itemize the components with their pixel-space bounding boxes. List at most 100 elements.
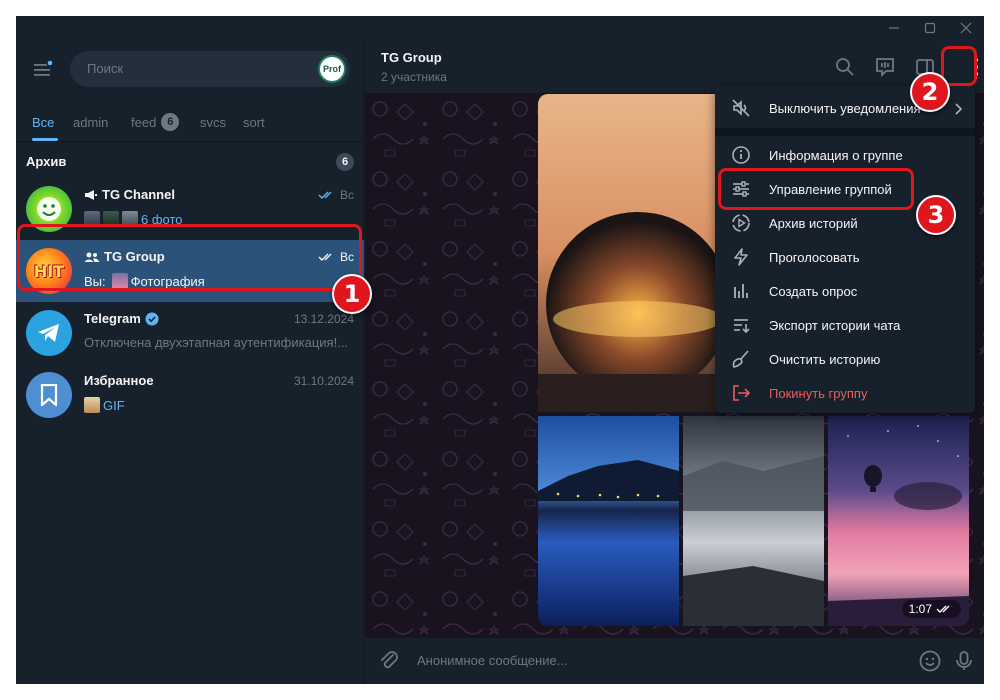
search-icon [836, 58, 854, 76]
attach-button[interactable] [377, 649, 401, 678]
album-photo-misty-lake[interactable] [683, 416, 824, 626]
lightning-icon [734, 248, 748, 266]
info-icon [732, 146, 750, 164]
active-tab-indicator [32, 138, 58, 141]
chat-name-text: Избранное [84, 373, 154, 388]
chat-title[interactable]: TG Group [381, 50, 442, 65]
preview-text: Отключена двухэтапная аутентификация!... [84, 335, 349, 350]
step-3-marker: 3 [916, 195, 956, 235]
telegram-avatar [26, 310, 72, 356]
double-check-icon [936, 605, 950, 613]
tab-label: feed [131, 114, 157, 130]
saved-messages-avatar [26, 372, 72, 418]
leave-icon [733, 385, 751, 401]
tab-label: svcs [200, 114, 226, 130]
tab-label: sort [243, 114, 265, 130]
chat-item-saved[interactable]: Избранное 31.10.2024 GIF [16, 364, 364, 426]
album-video-balloons[interactable]: 1:07 [828, 416, 969, 626]
megaphone-icon [85, 189, 97, 200]
menu-item-export-history[interactable]: Экспорт истории чата [715, 308, 975, 342]
close-icon [960, 22, 972, 34]
menu-item-leave-group[interactable]: Покинуть группу [715, 376, 975, 410]
poll-icon [734, 284, 748, 298]
chat-preview: GIF [84, 397, 354, 413]
profile-avatar[interactable]: Prof [318, 55, 346, 83]
folder-tabs: Все admin feed 6 svcs sort [16, 102, 364, 142]
voice-record-button[interactable] [952, 649, 976, 678]
chat-name: Telegram [84, 311, 159, 326]
video-duration-badge: 1:07 [901, 600, 961, 618]
chat-name-text: TG Channel [102, 187, 175, 202]
archive-row[interactable]: Архив 6 [16, 148, 364, 176]
main-menu-button[interactable] [30, 58, 54, 82]
mute-icon [732, 99, 750, 117]
chat-time: Вс [318, 188, 354, 202]
verified-badge-icon [145, 312, 159, 325]
chat-item-telegram[interactable]: Telegram 13.12.2024 Отключена двухэтапна… [16, 302, 364, 364]
menu-label: Проголосовать [769, 250, 860, 265]
chat-options-menu: Выключить уведомления Информация о групп… [715, 86, 975, 413]
double-check-icon [318, 191, 332, 199]
unread-badge: 6 [161, 113, 180, 131]
emoji-button[interactable] [918, 649, 942, 678]
step-number: 3 [927, 201, 945, 229]
chat-preview-link: GIF [103, 397, 125, 413]
minimize-icon [889, 27, 899, 29]
chat-name: Избранное [84, 373, 154, 388]
menu-item-create-poll[interactable]: Создать опрос [715, 274, 975, 308]
step-number: 1 [343, 280, 361, 308]
export-icon [734, 319, 750, 334]
photo-image [538, 94, 716, 412]
menu-label: Очистить историю [769, 352, 881, 367]
microphone-icon [956, 651, 972, 670]
menu-label: Выключить уведомления [769, 101, 921, 116]
title-bar [16, 16, 984, 40]
chat-time-text: 31.10.2024 [293, 374, 354, 388]
stories-archive-icon [732, 214, 750, 232]
hamburger-menu-icon [34, 59, 54, 76]
search-placeholder: Поиск [87, 61, 124, 76]
menu-label: Информация о группе [769, 148, 903, 163]
step-number: 2 [921, 78, 939, 106]
profile-avatar-text: Prof [323, 64, 341, 74]
message-input[interactable]: Анонимное сообщение... [417, 653, 568, 668]
voice-chat-icon [876, 58, 894, 78]
menu-item-clear-history[interactable]: Очистить историю [715, 342, 975, 376]
message-composer: Анонимное сообщение... [365, 638, 984, 684]
smile-icon [919, 650, 941, 672]
menu-label: Создать опрос [769, 284, 858, 299]
tab-sort[interactable]: sort [243, 102, 265, 142]
search-input[interactable]: Поиск Prof [70, 51, 350, 87]
maximize-button[interactable] [912, 16, 948, 40]
broom-icon [732, 350, 749, 368]
chat-time-text: Вс [339, 188, 354, 202]
member-count: 2 участника [381, 70, 447, 84]
chat-name: TG Channel [84, 187, 175, 202]
menu-separator [715, 128, 975, 136]
search-button[interactable] [833, 55, 857, 79]
video-thumbnail [828, 416, 969, 626]
highlight-tg-group [17, 224, 362, 291]
step-1-marker: 1 [332, 274, 372, 314]
paper-plane-icon [38, 324, 59, 342]
highlight-manage-group [718, 168, 914, 210]
close-button[interactable] [948, 16, 984, 40]
minimize-button[interactable] [876, 16, 912, 40]
album-photo-crystal-ball[interactable] [538, 94, 716, 412]
voice-chat-button[interactable] [873, 55, 897, 79]
tab-all[interactable]: Все [32, 102, 54, 142]
tab-admin[interactable]: admin [73, 102, 108, 142]
photo-image [683, 416, 824, 626]
tab-label: admin [73, 114, 109, 130]
tab-feed[interactable]: feed 6 [131, 102, 180, 142]
video-duration: 1:07 [908, 602, 932, 616]
archive-label: Архив [26, 154, 67, 169]
chat-time-text: 13.12.2024 [293, 312, 354, 326]
chat-time: 31.10.2024 [294, 374, 354, 388]
tab-svcs[interactable]: svcs [200, 102, 226, 142]
menu-item-boost[interactable]: Проголосовать [715, 240, 975, 274]
album-photo-lake-night[interactable] [538, 416, 679, 626]
menu-item-group-info[interactable]: Информация о группе [715, 138, 975, 172]
maximize-icon [924, 22, 936, 34]
chat-time: 13.12.2024 [294, 312, 354, 326]
